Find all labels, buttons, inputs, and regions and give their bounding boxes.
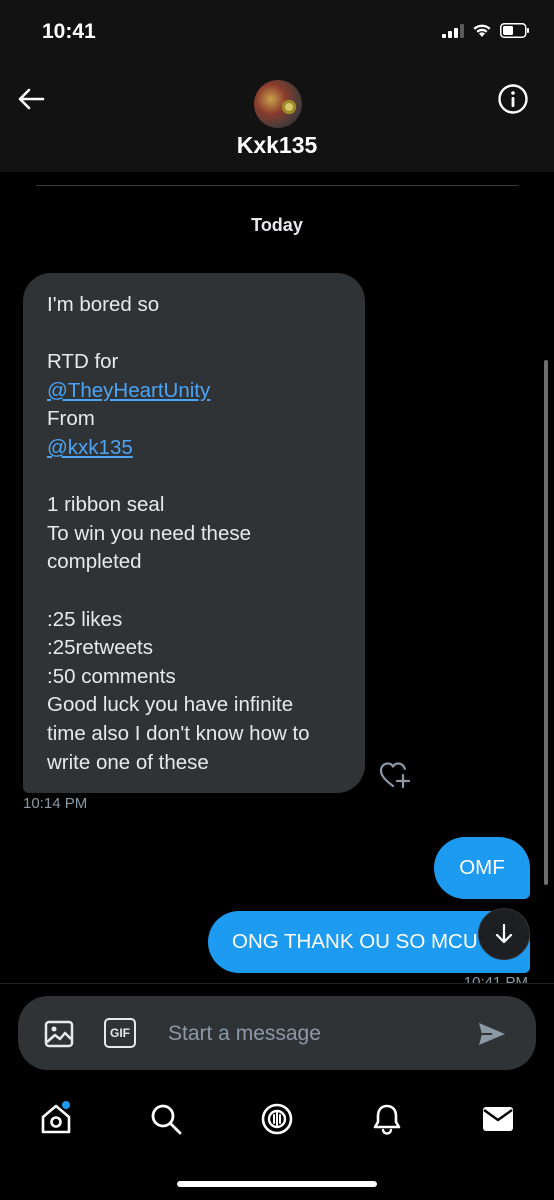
sent-message-timestamp: 10:41 PM: [464, 976, 528, 983]
received-message-bubble[interactable]: I'm bored so RTD for @TheyHeartUnity From @k…: [23, 273, 365, 793]
sent-message-bubble[interactable]: OMF: [434, 837, 530, 899]
arrow-left-icon: [18, 88, 45, 110]
nav-search[interactable]: [146, 1099, 186, 1139]
add-reaction-button[interactable]: [378, 758, 412, 792]
wifi-icon: [472, 23, 492, 43]
divider: [36, 185, 519, 186]
contact-name[interactable]: Kxk135: [0, 132, 554, 159]
image-icon: [44, 1020, 74, 1048]
mention-link[interactable]: @TheyHeartUnity: [47, 377, 345, 406]
message-line: :25 likes: [47, 607, 123, 631]
message-line: From: [47, 407, 95, 431]
mention-link[interactable]: @kxk135: [47, 434, 345, 463]
message-line: write one of these: [47, 750, 209, 774]
add-image-button[interactable]: [40, 1017, 78, 1051]
search-icon: [151, 1104, 182, 1135]
message-line: 1 ribbon seal: [47, 493, 165, 517]
message-line: completed: [47, 550, 142, 574]
message-line: [47, 463, 345, 492]
message-input[interactable]: [168, 1016, 458, 1052]
message-line: [47, 577, 345, 606]
info-icon: [498, 84, 528, 114]
scrollbar[interactable]: [544, 360, 548, 885]
conversation-header: Kxk135: [0, 62, 554, 172]
bell-icon: [373, 1104, 401, 1135]
message-line: :25retweets: [47, 636, 153, 660]
status-icons: [442, 23, 530, 43]
scroll-to-bottom-button[interactable]: [478, 908, 530, 960]
nav-notifications[interactable]: [367, 1099, 407, 1139]
send-icon: [479, 1023, 505, 1045]
message-line: Good luck you have infinite: [47, 693, 294, 717]
message-line: To win you need these: [47, 521, 251, 545]
signal-icon: [442, 23, 464, 43]
status-time: 10:41: [42, 20, 96, 43]
spaces-icon: [261, 1103, 293, 1135]
info-button[interactable]: [496, 82, 530, 116]
notification-dot: [62, 1101, 70, 1109]
message-line: :50 comments: [47, 664, 176, 688]
message-line: time also I don't know how to: [47, 721, 310, 745]
avatar[interactable]: [254, 80, 302, 128]
nav-messages[interactable]: [478, 1099, 518, 1139]
message-timestamp: 10:14 PM: [23, 795, 88, 812]
gif-button[interactable]: GIF: [104, 1018, 136, 1048]
nav-spaces[interactable]: [257, 1099, 297, 1139]
battery-icon: [500, 23, 530, 43]
heart-plus-icon: [379, 762, 411, 789]
message-line: [47, 320, 345, 349]
message-line: RTD for: [47, 350, 119, 374]
back-button[interactable]: [14, 82, 48, 116]
mail-icon: [483, 1107, 513, 1131]
message-line: I'm bored so: [47, 293, 160, 316]
nav-home[interactable]: [36, 1099, 76, 1139]
date-label: Today: [251, 215, 303, 235]
status-bar: 10:41: [0, 0, 554, 62]
arrow-down-icon: [495, 923, 513, 944]
home-indicator[interactable]: [177, 1181, 377, 1187]
send-button[interactable]: [474, 1016, 510, 1052]
